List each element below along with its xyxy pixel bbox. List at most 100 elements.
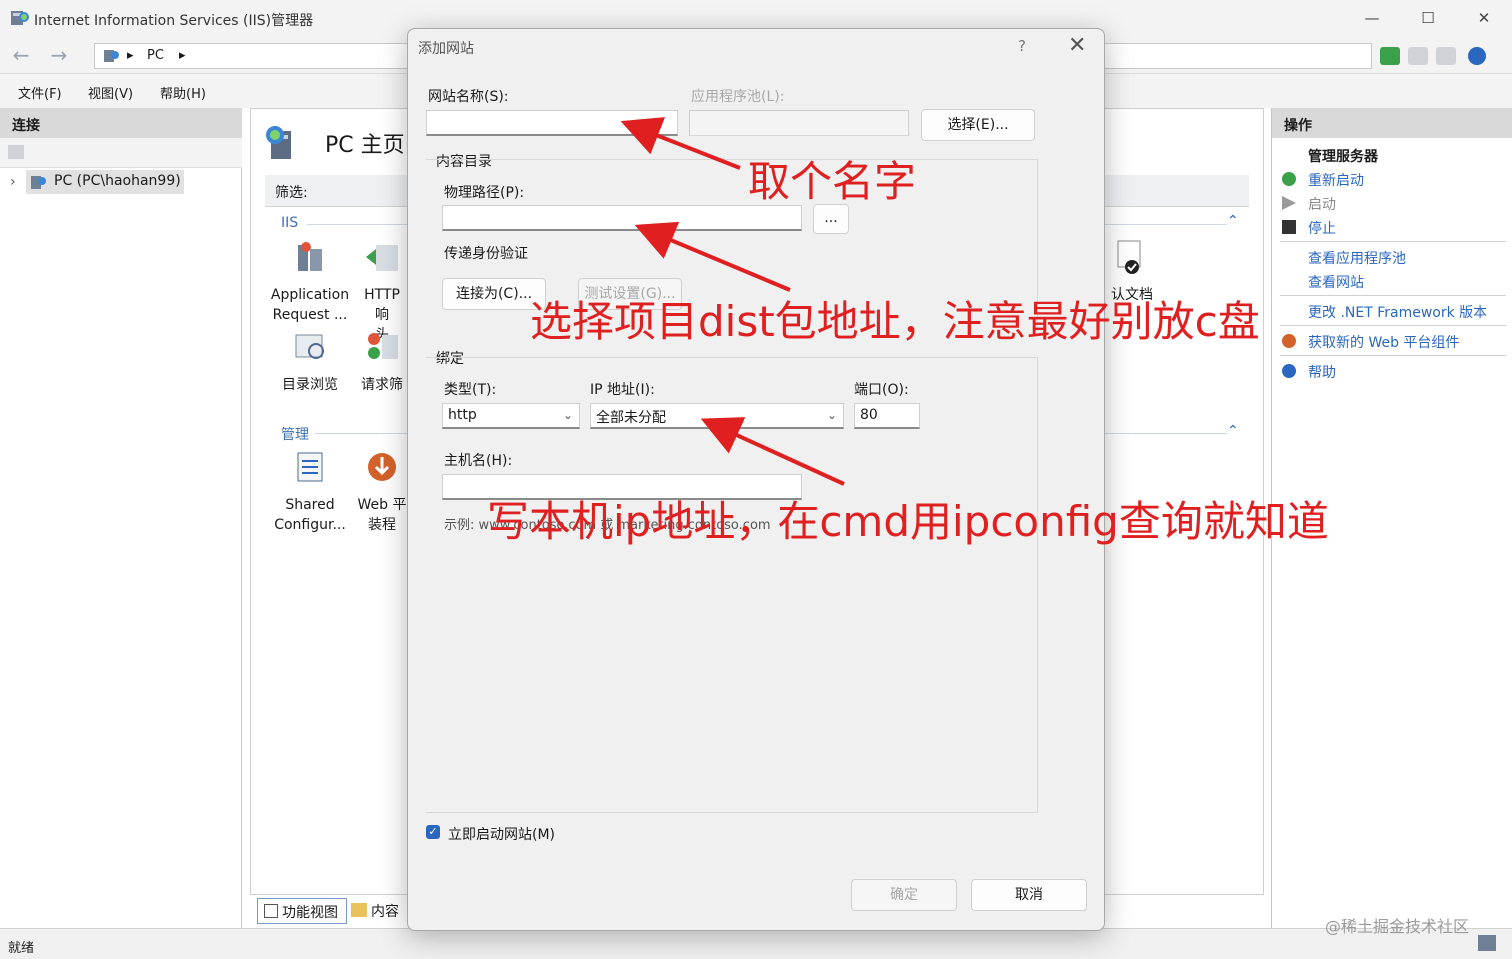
cancel-button[interactable]: 取消 [971,879,1087,911]
watermark: @稀土掘金技术社区 [1325,917,1470,936]
menu-file[interactable]: 文件(F) [18,83,62,102]
action-help[interactable]: 帮助 [1308,362,1336,382]
host-name-label: 主机名(H): [444,453,513,469]
feature-label: Configur... [274,517,346,533]
help-icon [1282,364,1296,378]
divider [1280,295,1506,296]
new-connection-icon[interactable] [8,145,24,159]
divider [1280,241,1506,242]
tree-item-label: PC (PC\haohan99) [54,173,181,189]
tab-content-view[interactable]: 内容视 [349,898,409,924]
tab-features-view[interactable]: 功能视图 [257,898,347,924]
forward-button[interactable]: → [46,44,72,68]
action-stop[interactable]: 停止 [1308,218,1336,238]
tab-label: 内容视 [371,904,399,920]
home-icon[interactable] [1436,47,1456,65]
feature-label: Application [270,287,350,303]
iis-app-icon [11,11,29,25]
directory-browsing-icon [295,334,324,359]
breadcrumb-separator: ▸ [127,48,134,63]
server-icon [104,50,119,62]
feature-request-filtering[interactable]: 请求筛 [355,329,409,395]
start-icon [1282,196,1296,210]
filter-label: 筛选: [275,185,308,201]
arr-icon [298,242,322,271]
help-icon[interactable] [1468,47,1486,65]
restart-icon [1282,172,1296,186]
http-headers-icon [366,245,398,271]
minimize-button[interactable]: — [1362,8,1382,28]
annotation-name-hint: 取个名字 [748,157,917,206]
dialog-help-button[interactable]: ? [1018,37,1026,55]
actions-section-title: 管理服务器 [1308,149,1378,165]
start-immediately-label: 立即启动网站(M) [448,827,556,843]
action-view-app-pools[interactable]: 查看应用程序池 [1308,248,1406,268]
feature-web-platform-installer[interactable]: Web 平 装程 [355,449,409,535]
request-filtering-icon [368,333,398,359]
feature-label: 装程 [368,517,396,533]
actions-header: 操作 [1272,108,1512,138]
menu-help[interactable]: 帮助(H) [160,83,206,102]
divider [1280,355,1506,356]
physical-path-label: 物理路径(P): [444,185,525,201]
back-button[interactable]: ← [8,44,34,68]
dialog-close-button[interactable]: ✕ [1068,33,1086,58]
tree-item-pc[interactable]: PC (PC\haohan99) [26,170,184,194]
connections-header: 连接 [0,108,242,138]
action-get-web-platform-components[interactable]: 获取新的 Web 平台组件 [1308,332,1459,352]
type-label: 类型(T): [444,382,497,398]
collapse-iis-icon[interactable]: ⌃ [1227,213,1239,229]
action-start[interactable]: 启动 [1308,194,1336,214]
feature-directory-browsing[interactable]: 目录浏览 [267,329,353,395]
ip-address-value: 全部未分配 [596,410,666,426]
web-platform-icon [1282,334,1296,348]
action-view-sites[interactable]: 查看网站 [1308,272,1364,292]
ip-address-select[interactable]: 全部未分配 ⌄ [590,403,844,429]
connections-toolbar [0,138,242,168]
feature-label: Web 平 [357,497,407,513]
action-change-dotnet-version[interactable]: 更改 .NET Framework 版本 [1308,302,1487,322]
content-view-icon [351,903,367,917]
server-icon [31,176,46,189]
annotation-ip-hint: 写本机ip地址，在cmd用ipconfig查询就知道 [487,497,1329,546]
type-select[interactable]: http ⌄ [442,403,580,429]
shared-config-icon [297,452,323,482]
chevron-down-icon: ⌄ [562,408,573,422]
page-title: PC 主页 [325,133,405,158]
collapse-management-icon[interactable]: ⌃ [1227,423,1239,439]
feature-label: 目录浏览 [282,377,338,393]
feature-label: HTTP 响 [364,287,400,323]
annotation-path-hint: 选择项目dist包地址，注意最好别放c盘 [530,297,1260,346]
feature-label: Shared [285,497,335,513]
divider [1280,325,1506,326]
select-app-pool-button[interactable]: 选择(E)... [921,109,1035,141]
site-name-input[interactable] [426,110,678,136]
status-text: 就绪 [8,941,35,956]
group-management-label: 管理 [281,427,309,443]
action-restart[interactable]: 重新启动 [1308,170,1364,190]
pass-through-auth-label: 传递身份验证 [444,246,528,262]
app-pool-label: 应用程序池(L): [691,89,785,105]
stop-icon[interactable] [1408,47,1428,65]
feature-label: Request ... [272,307,348,323]
breadcrumb-separator[interactable]: ▸ [179,48,186,63]
web-platform-installer-icon [368,453,396,481]
tree-expand-icon[interactable]: › [10,174,16,190]
feature-shared-configuration[interactable]: Shared Configur... [267,449,353,535]
dialog-title: 添加网站 [418,41,474,57]
stop-icon [1282,220,1296,234]
chevron-down-icon: ⌄ [826,408,837,422]
refresh-icon[interactable] [1380,47,1400,65]
feature-application-request-routing[interactable]: Application Request ... [267,239,353,325]
port-input[interactable]: 80 [854,403,920,429]
start-immediately-checkbox[interactable]: ✓ [426,825,440,839]
connections-panel: 连接 › PC (PC\haohan99) [0,108,242,928]
maximize-button[interactable]: ☐ [1418,8,1438,28]
breadcrumb-pc[interactable]: PC [147,48,164,63]
group-iis-label: IIS [281,215,299,231]
app-pool-input [689,110,909,136]
menu-view[interactable]: 视图(V) [88,83,133,102]
ok-button[interactable]: 确定 [851,879,957,911]
close-button[interactable]: ✕ [1474,8,1494,28]
feature-label: 请求筛 [361,377,403,393]
